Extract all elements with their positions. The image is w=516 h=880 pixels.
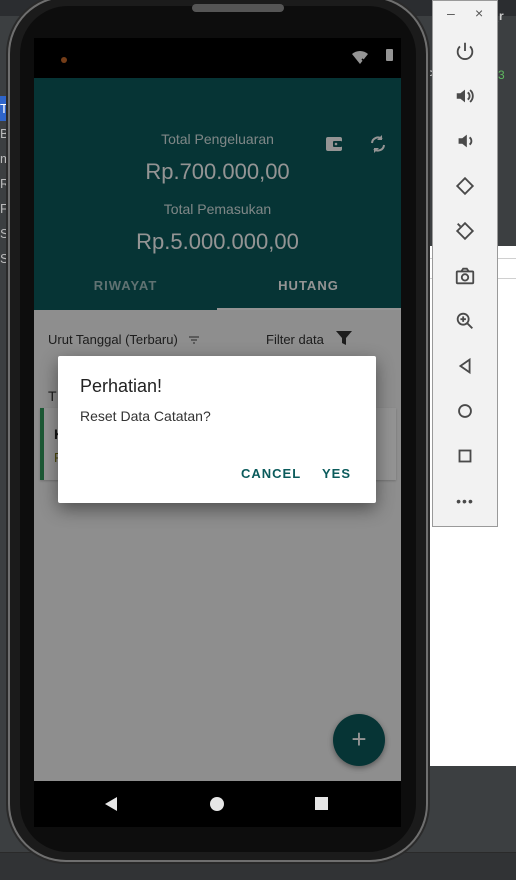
power-button[interactable] (433, 28, 497, 73)
dialog-title: Perhatian! (80, 376, 163, 396)
home-icon (458, 403, 472, 418)
yes-button[interactable]: YES (322, 466, 351, 481)
overview-icon (458, 449, 472, 462)
phone-screen: Total Pengeluaran Rp.700.000,00 Total Pe… (34, 38, 401, 781)
screenshot-button[interactable] (433, 253, 497, 298)
rotate-right-icon (455, 221, 475, 240)
volume-up-icon (456, 88, 474, 103)
confirm-dialog: Perhatian! Reset Data Catatan? CANCEL YE… (58, 356, 376, 503)
rotate-left-icon (455, 176, 475, 195)
power-icon (456, 42, 474, 60)
phone-speaker (192, 4, 284, 12)
minimize-button[interactable]: – (447, 5, 455, 21)
home-button[interactable] (433, 388, 497, 433)
cancel-button[interactable]: CANCEL (241, 466, 301, 481)
nav-back-icon[interactable] (104, 797, 118, 811)
back-icon (458, 357, 471, 374)
rotate-right-button[interactable] (433, 208, 497, 253)
emulator-toolbar: – × ••• (432, 0, 498, 527)
nav-recent-icon[interactable] (315, 797, 328, 810)
close-button[interactable]: × (475, 5, 483, 21)
nav-home-icon[interactable] (210, 797, 224, 811)
zoom-icon (456, 312, 473, 329)
more-icon: ••• (456, 492, 474, 509)
volume-down-button[interactable] (433, 118, 497, 163)
more-button[interactable]: ••• (433, 478, 497, 523)
volume-down-icon (458, 134, 473, 147)
ide-right-text: 3 (498, 68, 505, 82)
back-button[interactable] (433, 343, 497, 388)
dialog-message: Reset Data Catatan? (80, 408, 211, 424)
camera-icon (455, 267, 475, 284)
zoom-button[interactable] (433, 298, 497, 343)
volume-up-button[interactable] (433, 73, 497, 118)
navigation-bar (34, 781, 401, 827)
overview-button[interactable] (433, 433, 497, 478)
rotate-left-button[interactable] (433, 163, 497, 208)
